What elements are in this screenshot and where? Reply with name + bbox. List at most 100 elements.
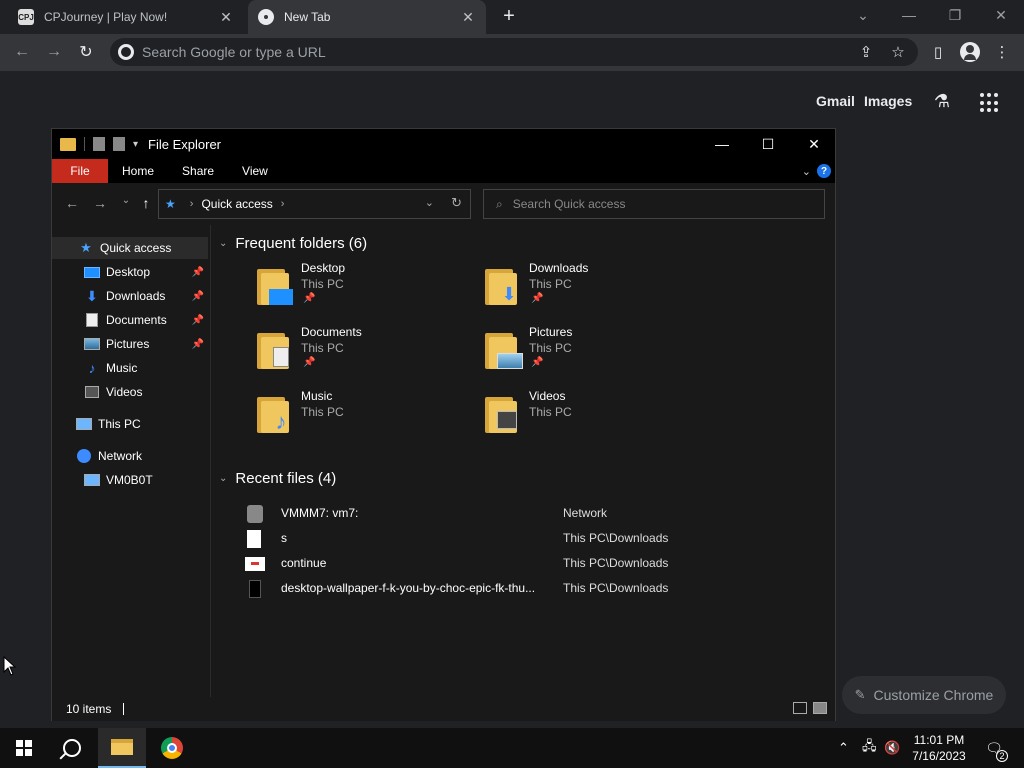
expand-ribbon-chevron-icon[interactable]: ⌄ — [802, 165, 811, 178]
nav-music[interactable]: ♪ Music — [52, 357, 208, 379]
tab-new-tab[interactable]: New Tab ✕ — [248, 0, 486, 34]
file-location: This PC\Downloads — [563, 531, 669, 545]
file-location: This PC\Downloads — [563, 581, 669, 595]
omnibox[interactable]: Search Google or type a URL ⇪ ☆ — [110, 38, 918, 66]
taskbar-clock[interactable]: 11:01 PM 7/16/2023 — [906, 732, 972, 764]
images-link[interactable]: Images — [864, 93, 912, 109]
explorer-search-box[interactable]: ⌕ Search Quick access — [483, 189, 825, 219]
folder-name: Music — [301, 389, 333, 403]
nav-pictures[interactable]: Pictures 📌 — [52, 333, 208, 355]
nav-documents[interactable]: Documents 📌 — [52, 309, 208, 331]
folder-icon — [255, 329, 295, 369]
back-button[interactable]: ← — [10, 40, 34, 64]
start-button[interactable] — [0, 728, 48, 768]
status-bar: 10 items — [52, 697, 835, 721]
folder-tile-music[interactable]: ♪ Music This PC — [255, 389, 475, 445]
side-panel-icon[interactable]: ▯ — [926, 40, 950, 64]
ribbon-tab-file[interactable]: File — [52, 159, 108, 183]
desktop-icon — [269, 289, 293, 305]
address-dropdown-icon[interactable]: ⌄ — [425, 196, 434, 209]
explorer-folder-icon — [60, 137, 76, 151]
bookmark-star-icon[interactable]: ☆ — [886, 38, 910, 66]
action-center-button[interactable]: 🗨 2 — [982, 736, 1008, 762]
new-tab-button[interactable]: + — [498, 6, 520, 28]
explorer-maximize-button[interactable]: ☐ — [745, 129, 791, 159]
recent-file-row[interactable]: s This PC\Downloads — [247, 528, 827, 550]
share-icon[interactable]: ⇪ — [854, 38, 878, 66]
volume-muted-icon[interactable]: 🔇 — [884, 728, 900, 768]
customize-toolbar-chevron-icon[interactable]: ▾ — [133, 139, 138, 150]
frequent-folders-header[interactable]: ⌄ Frequent folders (6) — [219, 235, 367, 252]
profile-avatar[interactable] — [958, 40, 982, 64]
help-icon[interactable]: ? — [817, 164, 831, 178]
star-icon: ★ — [80, 240, 92, 255]
taskbar-chrome[interactable] — [148, 728, 196, 768]
nav-vm0b0t[interactable]: VM0B0T — [52, 469, 208, 491]
ribbon-tab-share[interactable]: Share — [168, 159, 228, 183]
tab-strip: CPJ CPJourney | Play Now! ✕ New Tab ✕ + … — [0, 0, 1024, 34]
folder-tile-videos[interactable]: Videos This PC — [483, 389, 703, 445]
restore-button[interactable]: ❐ — [932, 0, 978, 30]
cpjourney-favicon-icon: CPJ — [18, 9, 34, 25]
recent-file-row[interactable]: desktop-wallpaper-f-k-you-by-choc-epic-f… — [247, 578, 827, 600]
nav-quick-access[interactable]: ★ Quick access — [52, 237, 208, 259]
ribbon-tab-home[interactable]: Home — [108, 159, 168, 183]
pin-icon: 📌 — [303, 357, 316, 368]
details-view-icon[interactable] — [793, 702, 807, 714]
file-explorer-window: ▾ File Explorer — ☐ ✕ File Home Share Vi… — [51, 128, 836, 721]
folder-tile-documents[interactable]: Documents This PC 📌 — [255, 325, 475, 381]
breadcrumb-quick-access[interactable]: Quick access — [201, 197, 272, 211]
recent-files-header[interactable]: ⌄ Recent files (4) — [219, 470, 336, 487]
refresh-icon[interactable]: ↻ — [451, 195, 462, 211]
close-window-button[interactable]: ✕ — [978, 0, 1024, 30]
explorer-back-button[interactable]: ← — [62, 195, 82, 213]
ribbon-tab-view[interactable]: View — [228, 159, 282, 183]
gmail-link[interactable]: Gmail — [816, 93, 855, 109]
collapse-chevron-icon: ⌄ — [219, 238, 228, 249]
nav-label: This PC — [98, 417, 141, 431]
explorer-forward-button[interactable]: → — [90, 195, 110, 213]
nav-desktop[interactable]: Desktop 📌 — [52, 261, 208, 283]
recent-file-row[interactable]: VMMM7: vm7: Network — [247, 503, 827, 525]
forward-button[interactable]: → — [42, 40, 66, 64]
nav-videos[interactable]: Videos — [52, 381, 208, 403]
reload-button[interactable]: ↻ — [74, 40, 98, 64]
folder-icon — [483, 393, 523, 433]
address-bar[interactable]: ★ › Quick access › ⌄ ↻ — [158, 189, 471, 219]
nav-downloads[interactable]: ⬇ Downloads 📌 — [52, 285, 208, 307]
folder-tile-downloads[interactable]: ⬇ Downloads This PC 📌 — [483, 261, 703, 317]
properties-icon[interactable] — [93, 137, 105, 151]
folder-tile-pictures[interactable]: Pictures This PC 📌 — [483, 325, 703, 381]
network-drive-icon — [247, 505, 263, 523]
labs-flask-icon[interactable]: ⚗ — [931, 91, 953, 113]
minimize-button[interactable]: — — [886, 0, 932, 30]
customize-chrome-button[interactable]: ✎ Customize Chrome — [842, 676, 1006, 714]
tab-close-icon[interactable]: ✕ — [460, 9, 476, 26]
recent-locations-chevron-icon[interactable]: ⌄ — [116, 195, 136, 213]
folder-icon: ♪ — [255, 393, 295, 434]
explorer-minimize-button[interactable]: — — [699, 129, 745, 159]
explorer-close-button[interactable]: ✕ — [791, 129, 837, 159]
network-status-icon[interactable]: 🖧 — [862, 728, 877, 768]
recent-file-row[interactable]: continue This PC\Downloads — [245, 553, 827, 575]
show-hidden-icons-chevron[interactable]: ⌃ — [838, 728, 849, 768]
up-button[interactable]: ↑ — [136, 195, 156, 213]
taskbar-file-explorer[interactable] — [98, 728, 146, 768]
nav-this-pc[interactable]: This PC — [52, 413, 208, 435]
nav-network[interactable]: Network — [52, 445, 208, 467]
image-file-icon — [249, 580, 261, 598]
group-title: Recent files (4) — [235, 470, 337, 487]
folder-location: This PC — [529, 341, 572, 355]
folder-tile-desktop[interactable]: Desktop This PC 📌 — [255, 261, 475, 317]
tab-search-chevron-icon[interactable]: ⌄ — [840, 0, 886, 30]
file-location: Network — [563, 506, 608, 520]
large-icons-view-icon[interactable] — [813, 702, 827, 714]
tab-cpjourney[interactable]: CPJ CPJourney | Play Now! ✕ — [8, 0, 244, 34]
tab-close-icon[interactable]: ✕ — [218, 9, 234, 26]
apps-grid-icon[interactable] — [980, 93, 1000, 113]
new-folder-icon[interactable] — [113, 137, 125, 151]
chrome-menu-icon[interactable]: ⋮ — [990, 40, 1014, 64]
customize-label: Customize Chrome — [873, 687, 994, 703]
search-icon: ⌕ — [496, 196, 503, 211]
taskbar-search-button[interactable] — [48, 728, 96, 768]
